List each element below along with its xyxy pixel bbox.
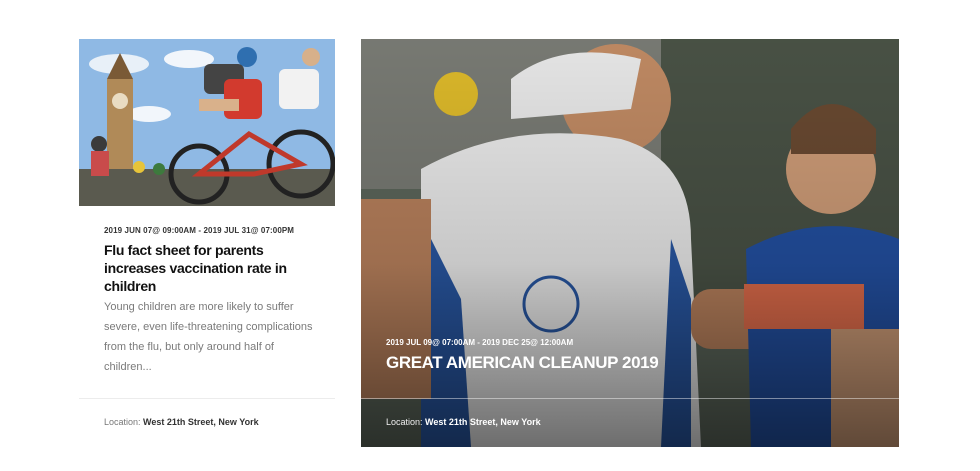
location-value: West 21th Street, New York xyxy=(143,417,259,427)
location-value: West 21th Street, New York xyxy=(425,417,541,427)
event-title[interactable]: Flu fact sheet for parents increases vac… xyxy=(104,241,319,295)
event-date: 2019 JUL 09@ 07:00AM - 2019 DEC 25@ 12:0… xyxy=(386,338,574,347)
event-date: 2019 JUN 07@ 09:00AM - 2019 JUL 31@ 07:0… xyxy=(104,226,295,235)
card-divider xyxy=(361,398,899,399)
image-overlay xyxy=(361,39,899,447)
card-divider xyxy=(79,398,335,399)
location-label: Location: xyxy=(104,417,141,427)
location-label: Location: xyxy=(386,417,423,427)
event-card-flu-fact-sheet[interactable]: 2019 JUN 07@ 09:00AM - 2019 JUL 31@ 07:0… xyxy=(79,39,335,447)
event-location: Location: West 21th Street, New York xyxy=(386,417,541,427)
event-card-great-american-cleanup[interactable]: 2019 JUL 09@ 07:00AM - 2019 DEC 25@ 12:0… xyxy=(361,39,899,447)
event-location: Location: West 21th Street, New York xyxy=(104,417,259,427)
event-excerpt: Young children are more likely to suffer… xyxy=(104,301,313,373)
cyclists-photo xyxy=(79,39,335,206)
event-image-cyclists[interactable] xyxy=(79,39,335,206)
event-title[interactable]: GREAT AMERICAN CLEANUP 2019 xyxy=(386,353,659,373)
